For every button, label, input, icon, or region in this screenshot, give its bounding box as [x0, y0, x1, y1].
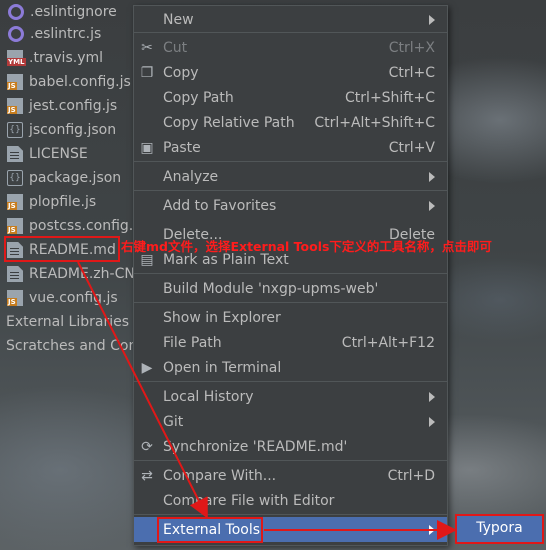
- annotation-arrows: [77, 261, 457, 540]
- arrow-readme-to-external-tools: [77, 261, 208, 519]
